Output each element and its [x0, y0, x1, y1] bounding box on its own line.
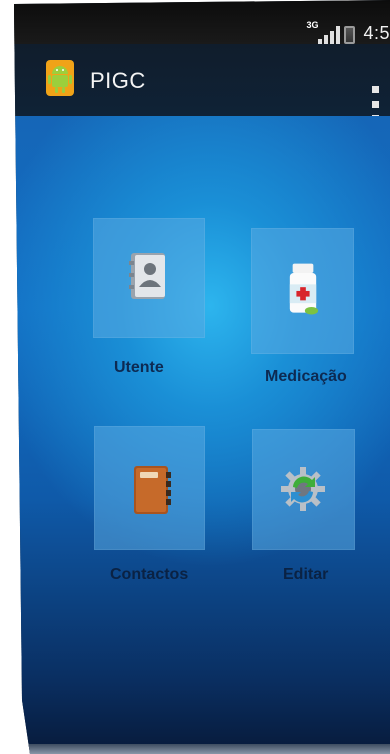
phone-screen: 3G 4:5 PIGC Utente Medicação Contactos E… [14, 0, 390, 754]
status-icons: 3G 4:5 [306, 10, 390, 44]
tile-editar[interactable] [252, 429, 355, 550]
signal-icon [318, 26, 341, 44]
tile-label-medicacao: Medicação [265, 368, 347, 385]
action-bar: PIGC [14, 44, 390, 122]
dashboard: Utente Medicação Contactos Editar [14, 116, 390, 754]
app-title: PIGC [90, 68, 146, 93]
tile-utente[interactable] [93, 218, 205, 338]
network-type: 3G [306, 20, 319, 30]
tile-label-editar: Editar [283, 566, 329, 583]
tile-label-contactos: Contactos [110, 566, 189, 583]
tile-label-utente: Utente [114, 359, 164, 376]
medicine-bottle-icon [289, 263, 319, 315]
contact-card-icon [129, 253, 165, 299]
gear-refresh-icon [281, 467, 325, 511]
status-time: 4:5 [363, 23, 390, 43]
tile-medicacao[interactable] [251, 228, 354, 354]
android-icon[interactable] [42, 58, 78, 98]
status-bar: 3G 4:5 [14, 0, 390, 44]
bottom-edge [14, 744, 390, 754]
battery-icon [344, 26, 356, 44]
tile-contactos[interactable] [94, 426, 205, 550]
address-book-icon [134, 466, 171, 514]
